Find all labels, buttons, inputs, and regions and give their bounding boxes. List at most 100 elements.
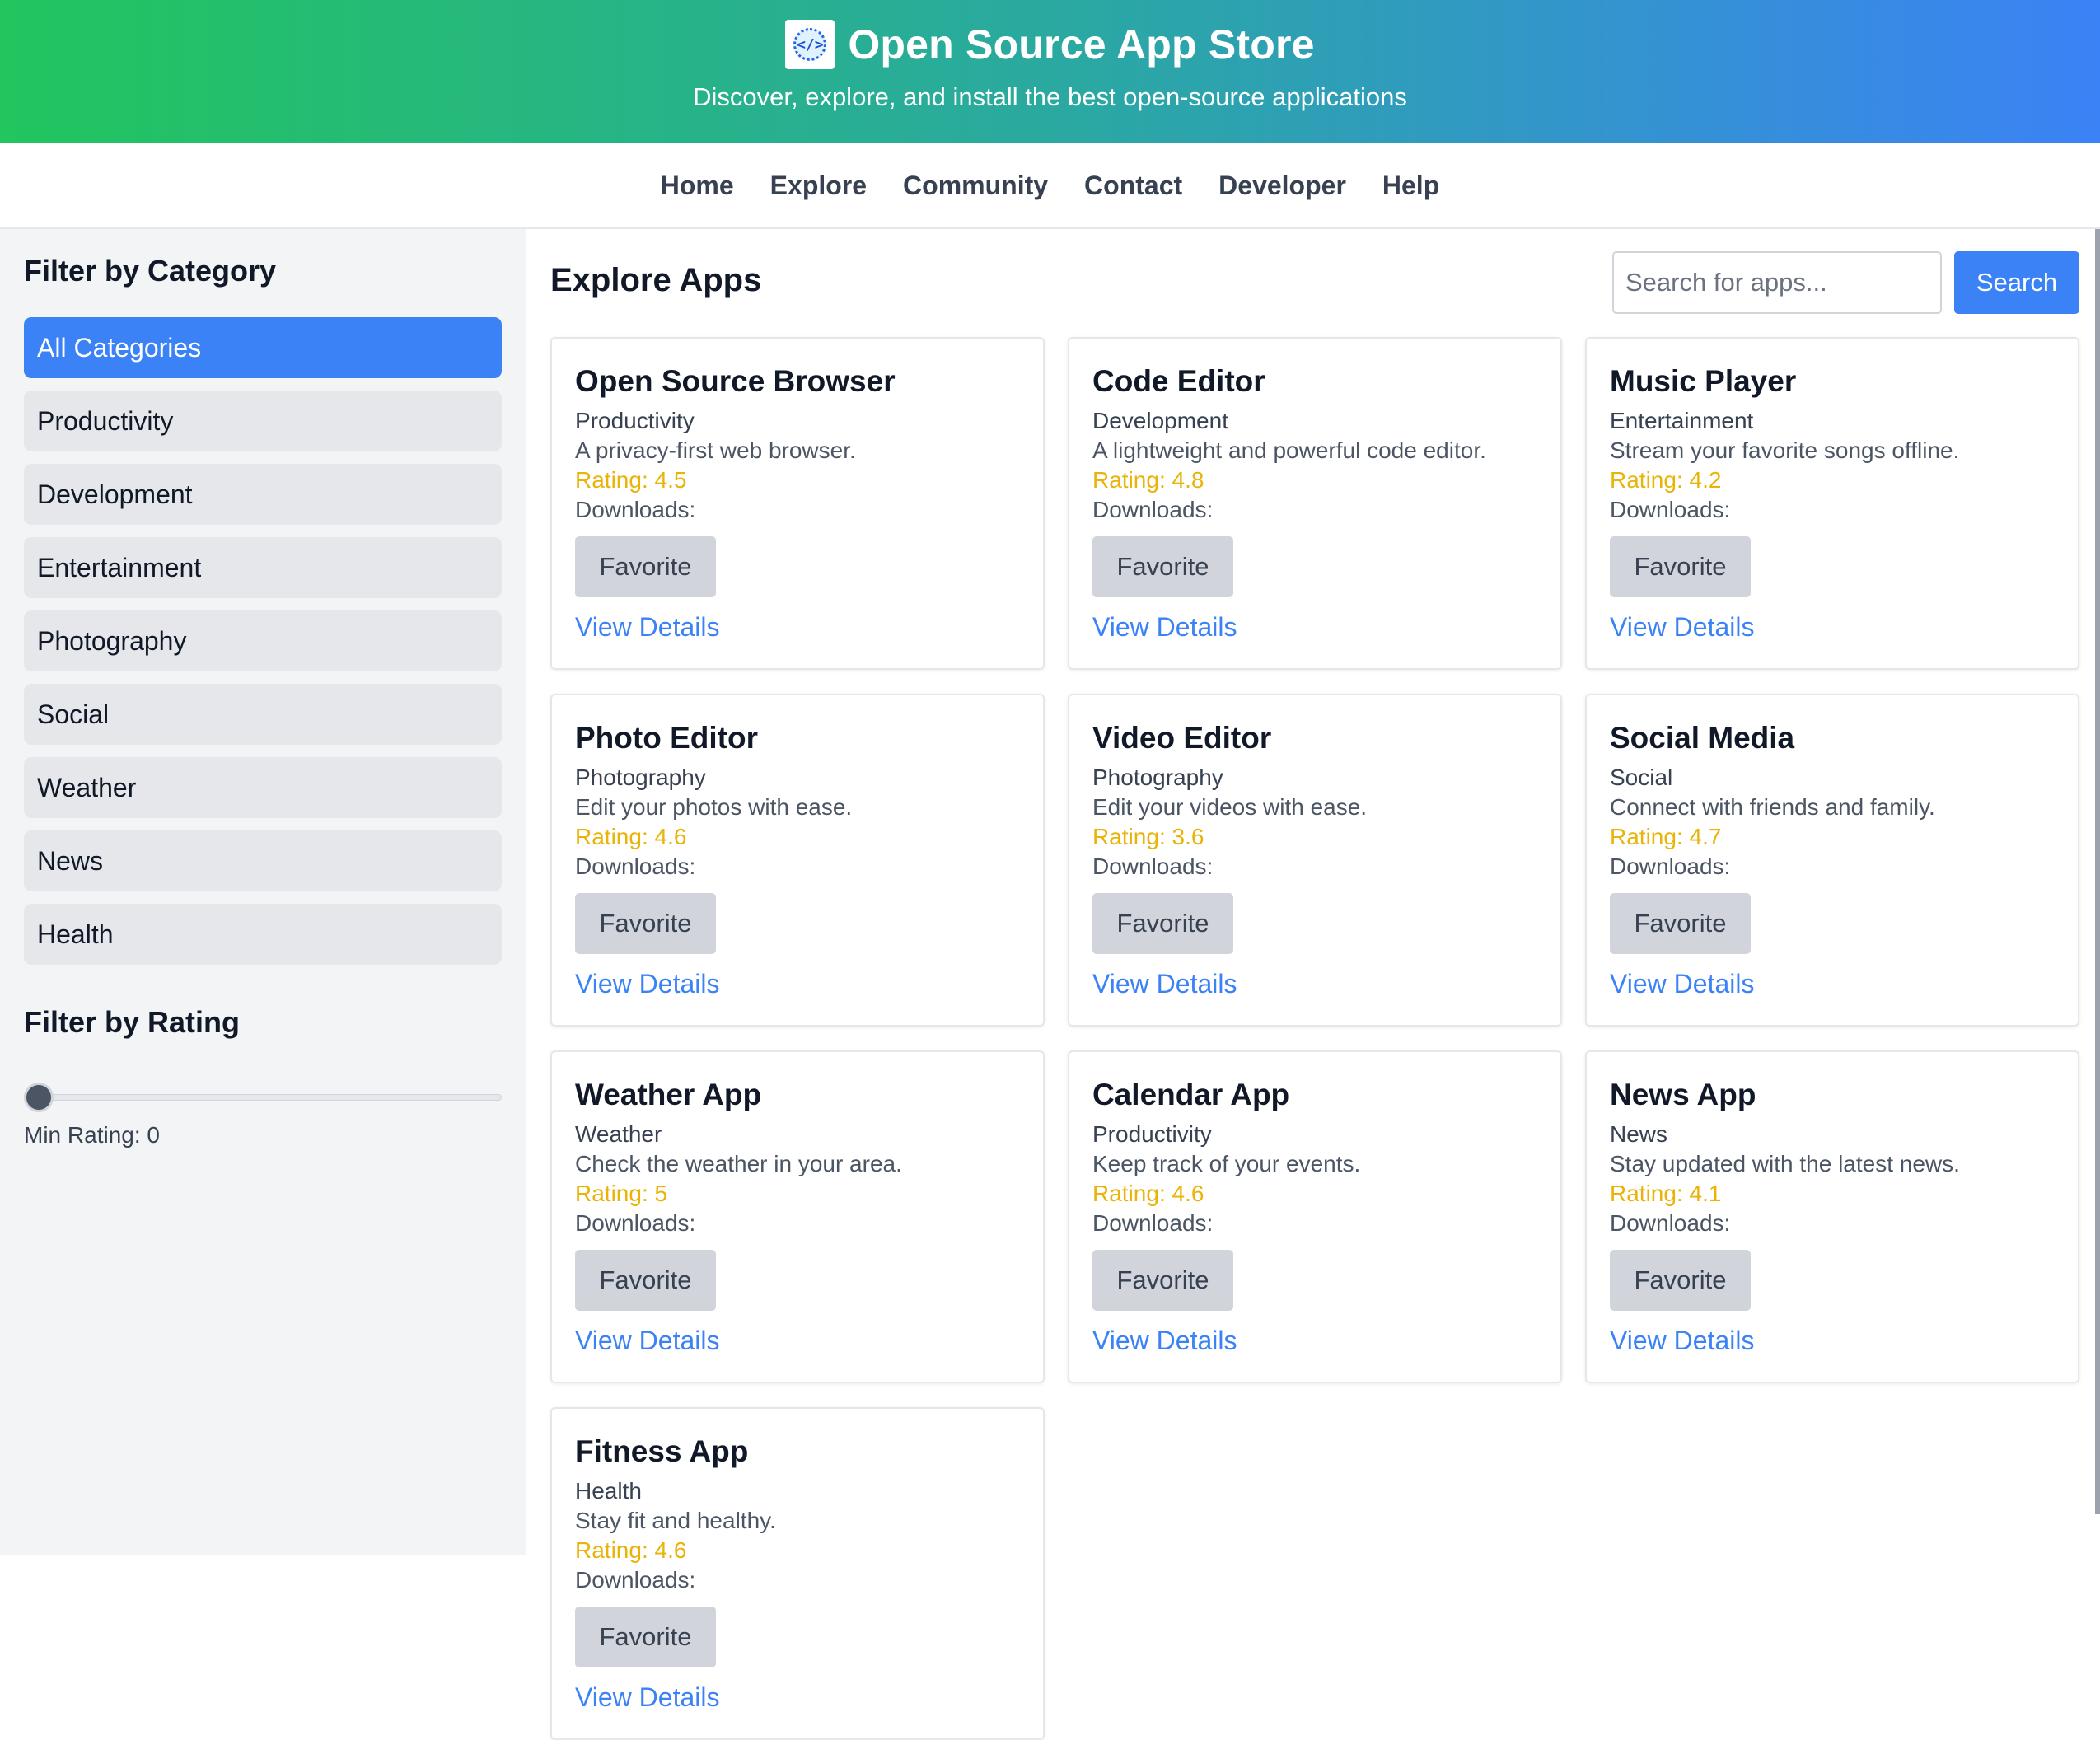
app-description: Stream your favorite songs offline. xyxy=(1610,437,1960,464)
app-name: Fitness App xyxy=(575,1434,749,1468)
app-card: Open Source Browser Productivity A privacy… xyxy=(550,337,1045,670)
site-subtitle: Discover, explore, and install the best … xyxy=(693,82,1407,111)
view-details-link[interactable]: View Details xyxy=(1092,969,1537,999)
view-details-link[interactable]: View Details xyxy=(575,1326,1020,1356)
app-card: Photo Editor Photography Edit your photos … xyxy=(550,694,1045,1027)
app-name: Video Editor xyxy=(1092,721,1272,755)
app-description: Stay updated with the latest news. xyxy=(1610,1151,1960,1177)
app-description: Edit your videos with ease. xyxy=(1092,794,1368,821)
view-details-link[interactable]: View Details xyxy=(575,969,1020,999)
category-news[interactable]: News xyxy=(24,830,502,891)
app-description: Connect with friends and family. xyxy=(1610,794,1935,821)
app-downloads: Downloads: xyxy=(1092,1210,1214,1237)
app-card: Code Editor Development A lightweight and … xyxy=(1068,337,1562,670)
app-grid: Open Source Browser Productivity A privacy… xyxy=(550,337,2079,1740)
view-details-link[interactable]: View Details xyxy=(575,612,1020,643)
app-card: Social Media Social Connect with friends a… xyxy=(1585,694,2079,1027)
app-card: Weather App Weather Check the weather in y… xyxy=(550,1050,1045,1383)
app-category: News xyxy=(1610,1121,1668,1148)
search-input[interactable] xyxy=(1612,251,1942,314)
app-category: Weather xyxy=(575,1121,662,1148)
view-details-link[interactable]: View Details xyxy=(1092,612,1537,643)
category-entertainment[interactable]: Entertainment xyxy=(24,537,502,598)
app-rating: Rating: 4.6 xyxy=(575,824,687,850)
app-name: News App xyxy=(1610,1078,1756,1111)
app-card: Fitness App Health Stay fit and healthy. Ra… xyxy=(550,1407,1045,1740)
app-card: News App News Stay updated with the latest… xyxy=(1585,1050,2079,1383)
category-all[interactable]: All Categories xyxy=(24,317,502,378)
view-details-link[interactable]: View Details xyxy=(1610,969,2055,999)
favorite-button[interactable]: Favorite xyxy=(1092,1250,1233,1312)
favorite-button[interactable]: Favorite xyxy=(1092,536,1233,598)
view-details-link[interactable]: View Details xyxy=(1610,612,2055,643)
search-button[interactable]: Search xyxy=(1954,251,2079,314)
app-description: A privacy-first web browser. xyxy=(575,437,856,464)
nav-help[interactable]: Help xyxy=(1382,171,1439,201)
nav-explore[interactable]: Explore xyxy=(770,171,867,201)
min-rating-slider[interactable] xyxy=(24,1081,502,1114)
app-downloads: Downloads: xyxy=(1610,854,1731,880)
nav-contact[interactable]: Contact xyxy=(1084,171,1182,201)
app-name: Music Player xyxy=(1610,364,1797,398)
favorite-button[interactable]: Favorite xyxy=(1092,893,1233,955)
app-rating: Rating: 4.5 xyxy=(575,467,687,493)
app-downloads: Downloads: xyxy=(1610,1210,1731,1237)
category-health[interactable]: Health xyxy=(24,904,502,965)
app-name: Photo Editor xyxy=(575,721,758,755)
favorite-button[interactable]: Favorite xyxy=(575,893,716,955)
app-category: Entertainment xyxy=(1610,408,1754,434)
app-rating: Rating: 4.1 xyxy=(1610,1181,1722,1207)
app-category: Social xyxy=(1610,765,1673,791)
category-productivity[interactable]: Productivity xyxy=(24,391,502,451)
app-category: Photography xyxy=(1092,765,1223,791)
app-card: Calendar App Productivity Keep track of yo… xyxy=(1068,1050,1562,1383)
site-title: Open Source App Store xyxy=(848,21,1315,68)
nav-developer[interactable]: Developer xyxy=(1218,171,1346,201)
app-category: Photography xyxy=(575,765,706,791)
app-name: Calendar App xyxy=(1092,1078,1290,1111)
app-downloads: Downloads: xyxy=(575,854,696,880)
favorite-button[interactable]: Favorite xyxy=(575,1250,716,1312)
favorite-button[interactable]: Favorite xyxy=(575,1607,716,1668)
category-weather[interactable]: Weather xyxy=(24,757,502,818)
page-title: Explore Apps xyxy=(550,262,762,298)
slider-thumb[interactable] xyxy=(24,1083,54,1112)
category-development[interactable]: Development xyxy=(24,464,502,525)
min-rating-label: Min Rating: 0 xyxy=(24,1122,160,1148)
app-description: Edit your photos with ease. xyxy=(575,794,853,821)
favorite-button[interactable]: Favorite xyxy=(575,536,716,598)
nav-community[interactable]: Community xyxy=(903,171,1048,201)
app-card: Video Editor Photography Edit your videos … xyxy=(1068,694,1562,1027)
site-header: </> Open Source App Store Discover, expl… xyxy=(0,0,2100,143)
app-store-logo-icon: </> xyxy=(785,20,835,69)
favorite-button[interactable]: Favorite xyxy=(1610,536,1751,598)
app-rating: Rating: 4.7 xyxy=(1610,824,1722,850)
app-downloads: Downloads: xyxy=(575,1567,696,1593)
app-category: Development xyxy=(1092,408,1228,434)
app-rating: Rating: 4.2 xyxy=(1610,467,1722,493)
app-rating: Rating: 3.6 xyxy=(1092,824,1204,850)
rating-filter-heading: Filter by Rating xyxy=(24,1005,241,1039)
app-category: Productivity xyxy=(1092,1121,1212,1148)
favorite-button[interactable]: Favorite xyxy=(1610,893,1751,955)
app-category: Health xyxy=(575,1478,642,1504)
category-photography[interactable]: Photography xyxy=(24,610,502,671)
app-rating: Rating: 4.6 xyxy=(1092,1181,1204,1207)
category-social[interactable]: Social xyxy=(24,684,502,745)
view-details-link[interactable]: View Details xyxy=(575,1682,1020,1713)
app-downloads: Downloads: xyxy=(1092,854,1214,880)
app-description: A lightweight and powerful code editor. xyxy=(1092,437,1486,464)
app-rating: Rating: 4.8 xyxy=(1092,467,1204,493)
category-filter-heading: Filter by Category xyxy=(24,254,277,288)
app-downloads: Downloads: xyxy=(575,1210,696,1237)
app-downloads: Downloads: xyxy=(1610,497,1731,523)
favorite-button[interactable]: Favorite xyxy=(1610,1250,1751,1312)
app-description: Check the weather in your area. xyxy=(575,1151,902,1177)
scrollbar[interactable] xyxy=(2095,229,2100,1514)
view-details-link[interactable]: View Details xyxy=(1610,1326,2055,1356)
main-nav: Home Explore Community Contact Developer… xyxy=(0,143,2100,229)
app-name: Open Source Browser xyxy=(575,364,896,398)
nav-home[interactable]: Home xyxy=(661,171,734,201)
slider-track[interactable] xyxy=(24,1094,502,1101)
view-details-link[interactable]: View Details xyxy=(1092,1326,1537,1356)
